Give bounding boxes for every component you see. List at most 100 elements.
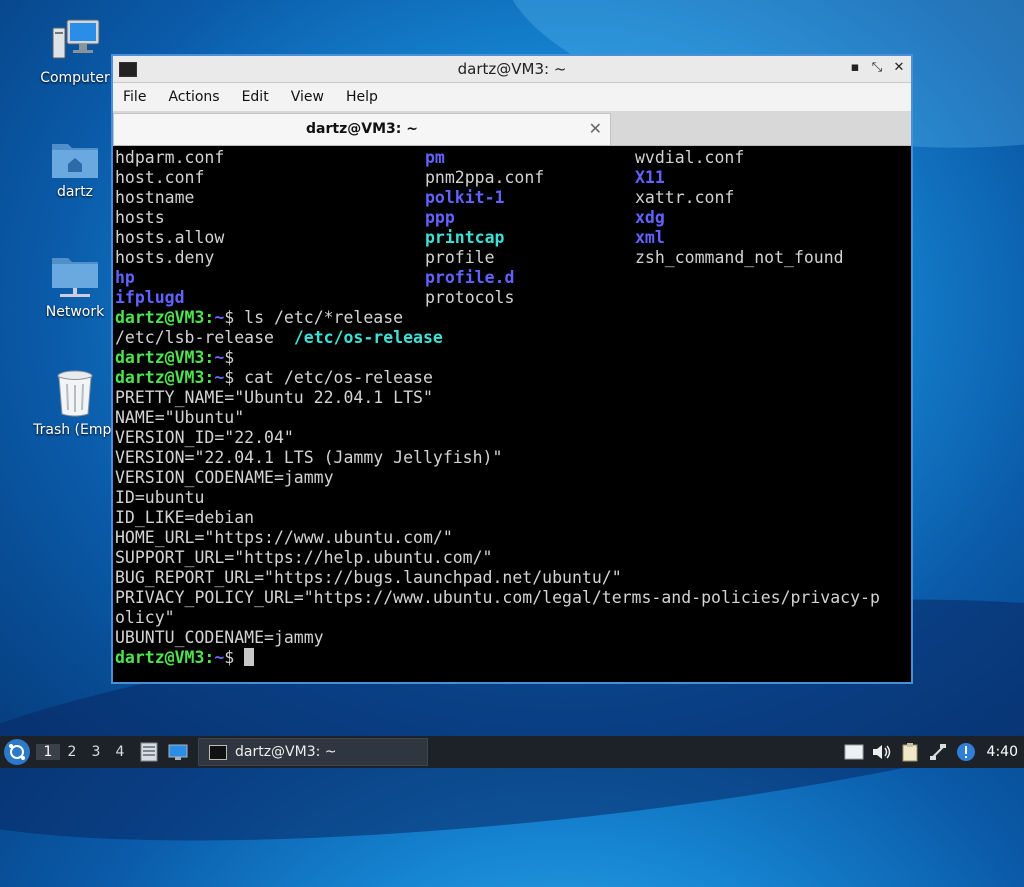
prompt-dir: ~ [214,648,225,667]
file-entry: profile [425,248,495,267]
dir-entry: pm [425,148,445,167]
output-line: ID_LIKE=debian [115,508,255,527]
command-line: dartz@VM3:~$ [115,348,911,368]
menu-actions[interactable]: Actions [168,89,219,105]
display-icon[interactable] [843,741,865,763]
link-entry: printcap [425,228,505,247]
desktop-icon-trash[interactable]: Trash (Empt [30,370,120,438]
command-line: dartz@VM3:~$ ls /etc/*release [115,308,911,328]
desktop-icon-label: Computer [40,70,110,86]
file-entry: protocols [425,288,515,307]
file-entry: /etc/lsb-release [115,328,274,347]
file-entry: hosts.allow [115,228,225,247]
prompt-user: dartz@VM3: [115,308,215,327]
prompt-sign: $ [224,648,235,667]
desktop-icon-computer[interactable]: Computer [30,18,120,86]
network-icon[interactable] [927,741,949,763]
menubar: File Actions Edit View Help [113,83,911,111]
listing-row: host.conf pnm2ppa.conf X11 [115,168,911,188]
dir-entry: hp [115,268,135,287]
system-tray: 4:40 [843,736,1024,768]
prompt-dir: ~ [214,348,225,367]
desktop-icon-label: Network [45,304,105,320]
file-entry: pnm2ppa.conf [425,168,545,187]
file-entry: wvdial.conf [635,148,745,167]
desktop-icon-label: dartz [56,184,94,200]
prompt-user: dartz@VM3: [115,348,215,367]
tab-bar: dartz@VM3: ~ ✕ [113,111,911,146]
command-line: dartz@VM3:~$ [115,648,911,668]
tab-close-icon[interactable]: ✕ [589,119,602,138]
maximize-button[interactable]: ⤡ [871,60,883,75]
dir-entry: xml [635,228,665,247]
prompt-sign: $ [224,368,235,387]
taskbar: 1 2 3 4 dartz@VM3: ~ 4:40 [0,736,1024,768]
terminal-output[interactable]: hdparm.conf pm wvdial.conf host.conf pnm… [115,148,911,682]
clipboard-icon[interactable] [899,741,921,763]
lubuntu-logo-icon [5,740,29,764]
desktop-icon-network[interactable]: Network [30,254,120,320]
start-menu-button[interactable] [4,739,30,765]
output-line: UBUNTU_CODENAME=jammy [115,628,324,647]
menu-help[interactable]: Help [346,89,378,105]
command-text: ls /etc/*release [234,308,404,327]
listing-row: hp profile.d [115,268,911,288]
menu-file[interactable]: File [123,89,146,105]
prompt-dir: ~ [214,308,225,327]
workspace-1[interactable]: 1 [36,744,60,760]
minimize-button[interactable]: ▪ [849,60,861,75]
output-line: SUPPORT_URL="https://help.ubuntu.com/" [115,548,493,567]
file-entry: host.conf [115,168,205,187]
file-entry: hostname [115,188,195,207]
output-line: olicy" [115,608,175,627]
workspace-2[interactable]: 2 [60,744,84,760]
output-line: PRETTY_NAME="Ubuntu 22.04.1 LTS" [115,388,433,407]
listing-row: hosts.allow printcap xml [115,228,911,248]
close-button[interactable]: ✕ [893,60,905,75]
command-text: cat /etc/os-release [234,368,433,387]
tab-label: dartz@VM3: ~ [306,121,418,137]
listing-row: hdparm.conf pm wvdial.conf [115,148,911,168]
desktop-icon-home[interactable]: dartz [30,138,120,200]
command-line: dartz@VM3:~$ cat /etc/os-release [115,368,911,388]
dir-entry: ifplugd [115,288,185,307]
file-entry: xattr.conf [635,188,735,207]
terminal-cursor [244,648,255,666]
dir-entry: xdg [635,208,665,227]
computer-icon [52,19,100,59]
taskbar-app-terminal[interactable]: dartz@VM3: ~ [198,738,428,766]
prompt-user: dartz@VM3: [115,648,215,667]
terminal-icon [209,744,227,760]
show-desktop-icon[interactable] [168,743,188,761]
menu-edit[interactable]: Edit [242,89,269,105]
workspace-4[interactable]: 4 [108,744,132,760]
file-entry: hosts [115,208,165,227]
prompt-sign: $ [224,308,235,327]
dir-entry: polkit-1 [425,188,505,207]
network-folder-icon [52,258,98,297]
update-notifier-icon[interactable] [955,741,977,763]
dir-entry: ppp [425,208,455,227]
window-titlebar[interactable]: dartz@VM3: ~ ▪ ⤡ ✕ [113,56,911,83]
output-line: NAME="Ubuntu" [115,408,245,427]
file-manager-icon[interactable] [140,742,158,762]
file-entry: zsh_command_not_found [635,248,844,267]
workspace-3[interactable]: 3 [84,744,108,760]
output-line: VERSION_ID="22.04" [115,428,294,447]
prompt-user: dartz@VM3: [115,368,215,387]
prompt-dir: ~ [214,368,225,387]
tab-terminal[interactable]: dartz@VM3: ~ ✕ [113,113,611,145]
menu-view[interactable]: View [291,89,324,105]
output-line: VERSION="22.04.1 LTS (Jammy Jellyfish)" [115,448,503,467]
output-line: PRIVACY_POLICY_URL="https://www.ubuntu.c… [115,588,880,607]
listing-row: hostname polkit-1 xattr.conf [115,188,911,208]
clock[interactable]: 4:40 [987,744,1018,760]
listing-row: hosts.deny profile zsh_command_not_found [115,248,911,268]
link-entry: /etc/os-release [293,328,443,347]
output-line: BUG_REPORT_URL="https://bugs.launchpad.n… [115,568,622,587]
window-title: dartz@VM3: ~ [457,60,567,78]
volume-icon[interactable] [871,741,893,763]
output-line: /etc/lsb-release /etc/os-release [115,328,911,348]
desktop-icon-label: Trash (Empt [33,422,117,438]
trash-icon [57,370,93,417]
